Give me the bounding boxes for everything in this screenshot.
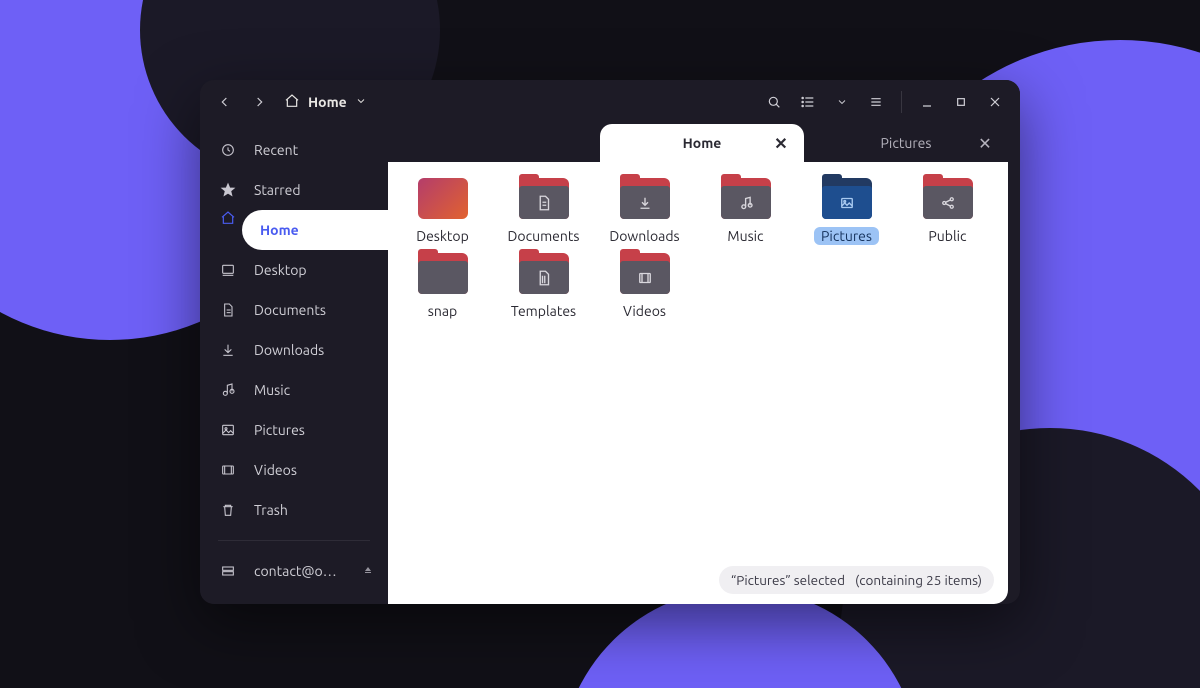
file-view[interactable]: Desktop Documents Downloads Music Pictures Pu…: [388, 162, 1008, 604]
tab-home[interactable]: Home ✕: [600, 124, 804, 162]
tab-label: Home: [683, 135, 722, 151]
sidebar-item-mount[interactable]: contact@o…: [200, 551, 388, 591]
file-name: snap: [421, 302, 464, 320]
sidebar-item-label: contact@o…: [254, 563, 337, 579]
tab-close-button[interactable]: ✕: [770, 132, 792, 154]
folder-icon: [923, 178, 973, 219]
trash-icon: [220, 502, 236, 518]
sidebar-item-label: Desktop: [254, 262, 307, 278]
file-name: Documents: [501, 227, 587, 245]
file-item[interactable]: Music: [695, 172, 796, 247]
sidebar-item-music[interactable]: Music: [200, 370, 388, 410]
tab-close-button[interactable]: ✕: [974, 132, 996, 154]
separator: [901, 91, 902, 113]
folder-icon: [519, 178, 569, 219]
document-icon: [220, 302, 236, 318]
file-manager-window: Home: [200, 80, 1020, 604]
file-name: Pictures: [814, 227, 879, 245]
window-maximize-button[interactable]: [946, 87, 976, 117]
status-selected: “Pictures” selected: [731, 572, 845, 588]
sidebar-item-label: Music: [254, 382, 290, 398]
sidebar-item-label: Documents: [254, 302, 326, 318]
file-item[interactable]: snap: [392, 247, 493, 322]
status-detail: (containing 25 items): [855, 572, 982, 588]
sidebar-item-label: Downloads: [254, 342, 324, 358]
file-name: Templates: [504, 302, 583, 320]
tab-label: Pictures: [881, 135, 932, 151]
sidebar-item-documents[interactable]: Documents: [200, 290, 388, 330]
desktop-icon: [220, 262, 236, 278]
breadcrumb-label: Home: [308, 94, 347, 110]
sidebar-item-starred[interactable]: Starred: [200, 170, 388, 210]
video-icon: [220, 462, 236, 478]
status-bar: “Pictures” selected (containing 25 items…: [719, 566, 994, 594]
folder-icon: [721, 178, 771, 219]
sidebar-item-trash[interactable]: Trash: [200, 490, 388, 530]
nav-forward-button[interactable]: [244, 87, 274, 117]
download-icon: [220, 342, 236, 358]
search-button[interactable]: [759, 87, 789, 117]
separator: [218, 540, 370, 541]
sidebar-item-recent[interactable]: Recent: [200, 130, 388, 170]
file-item[interactable]: Downloads: [594, 172, 695, 247]
sidebar-item-label: Videos: [254, 462, 297, 478]
sidebar-item-label: Trash: [254, 502, 288, 518]
file-name: Videos: [616, 302, 673, 320]
hamburger-menu-button[interactable]: [861, 87, 891, 117]
eject-icon[interactable]: [362, 563, 374, 579]
file-item[interactable]: Videos: [594, 247, 695, 322]
folder-icon: [822, 178, 872, 219]
sidebar-item-downloads[interactable]: Downloads: [200, 330, 388, 370]
file-item[interactable]: Templates: [493, 247, 594, 322]
folder-icon: [418, 253, 468, 294]
view-list-button[interactable]: [793, 87, 823, 117]
sidebar-item-label: Home: [260, 222, 299, 238]
sidebar-item-label: Starred: [254, 182, 301, 198]
chevron-down-icon: [355, 94, 367, 110]
file-item[interactable]: Public: [897, 172, 998, 247]
folder-icon: [519, 253, 569, 294]
breadcrumb[interactable]: Home: [278, 87, 377, 117]
sidebar-item-videos[interactable]: Videos: [200, 450, 388, 490]
nav-back-button[interactable]: [210, 87, 240, 117]
file-item[interactable]: Pictures: [796, 172, 897, 247]
file-item[interactable]: Documents: [493, 172, 594, 247]
music-icon: [220, 382, 236, 398]
tab-pictures[interactable]: Pictures ✕: [804, 124, 1008, 162]
window-close-button[interactable]: [980, 87, 1010, 117]
sidebar-item-home[interactable]: Home: [242, 210, 388, 250]
folder-icon: [620, 178, 670, 219]
sidebar-item-label: Recent: [254, 142, 298, 158]
home-icon: [284, 93, 300, 112]
sidebar-item-desktop[interactable]: Desktop: [200, 250, 388, 290]
file-item[interactable]: Desktop: [392, 172, 493, 247]
folder-icon: [620, 253, 670, 294]
image-icon: [220, 422, 236, 438]
star-icon: [220, 182, 236, 198]
desktop-tile-icon: [418, 178, 468, 219]
sidebar-item-label: Pictures: [254, 422, 305, 438]
view-options-button[interactable]: [827, 87, 857, 117]
window-minimize-button[interactable]: [912, 87, 942, 117]
file-name: Desktop: [409, 227, 476, 245]
clock-icon: [220, 142, 236, 158]
titlebar: Home: [200, 80, 1020, 124]
file-name: Downloads: [602, 227, 686, 245]
sidebar-item-pictures[interactable]: Pictures: [200, 410, 388, 450]
file-name: Music: [720, 227, 770, 245]
file-name: Public: [921, 227, 973, 245]
sidebar: Recent Starred Home Desktop: [200, 124, 388, 604]
drive-icon: [220, 563, 236, 579]
